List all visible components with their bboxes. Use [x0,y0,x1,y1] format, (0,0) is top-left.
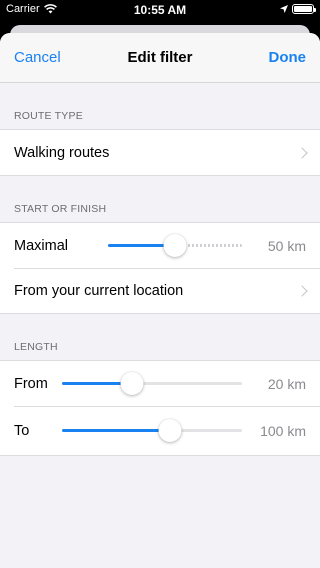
battery-icon [292,4,316,14]
section-header-start-finish: START OR FINISH [14,203,107,215]
maximal-label: Maximal [14,237,68,254]
from-value: 20 km [267,375,306,392]
length-group: From 20 km To 100 km [0,360,320,456]
status-bar: Carrier 10:55 AM [0,0,320,20]
section-header-route-type: ROUTE TYPE [14,110,83,122]
to-slider-thumb[interactable] [158,419,182,442]
done-button[interactable]: Done [269,49,307,66]
maximal-row: Maximal 50 km [0,223,320,268]
start-finish-group: Maximal 50 km From your current location [0,222,320,314]
maximal-slider[interactable] [108,234,242,257]
navigation-bar: Cancel Edit filter Done [0,33,320,83]
route-type-group: Walking routes [0,129,320,176]
route-type-value: Walking routes [14,144,110,161]
current-location-row[interactable]: From your current location [0,268,320,313]
chevron-right-icon [296,284,308,297]
from-slider[interactable] [62,372,242,395]
maximal-slider-thumb[interactable] [163,234,187,257]
location-arrow-icon [280,5,288,13]
status-time: 10:55 AM [133,3,187,17]
from-label: From [14,375,48,392]
to-slider[interactable] [62,419,242,442]
maximal-value: 50 km [267,237,306,254]
section-header-length: LENGTH [14,341,58,353]
current-location-label: From your current location [14,282,184,299]
route-type-row[interactable]: Walking routes [0,130,320,175]
to-label: To [14,422,30,439]
edit-filter-sheet: Cancel Edit filter Done ROUTE TYPE Walki… [0,33,320,568]
status-indicators [280,4,316,14]
from-slider-thumb[interactable] [120,372,144,395]
to-slider-fill [62,429,170,432]
chevron-right-icon [296,146,308,159]
to-row: To 100 km [0,406,320,455]
to-value: 100 km [260,422,306,439]
from-row: From 20 km [0,361,320,406]
